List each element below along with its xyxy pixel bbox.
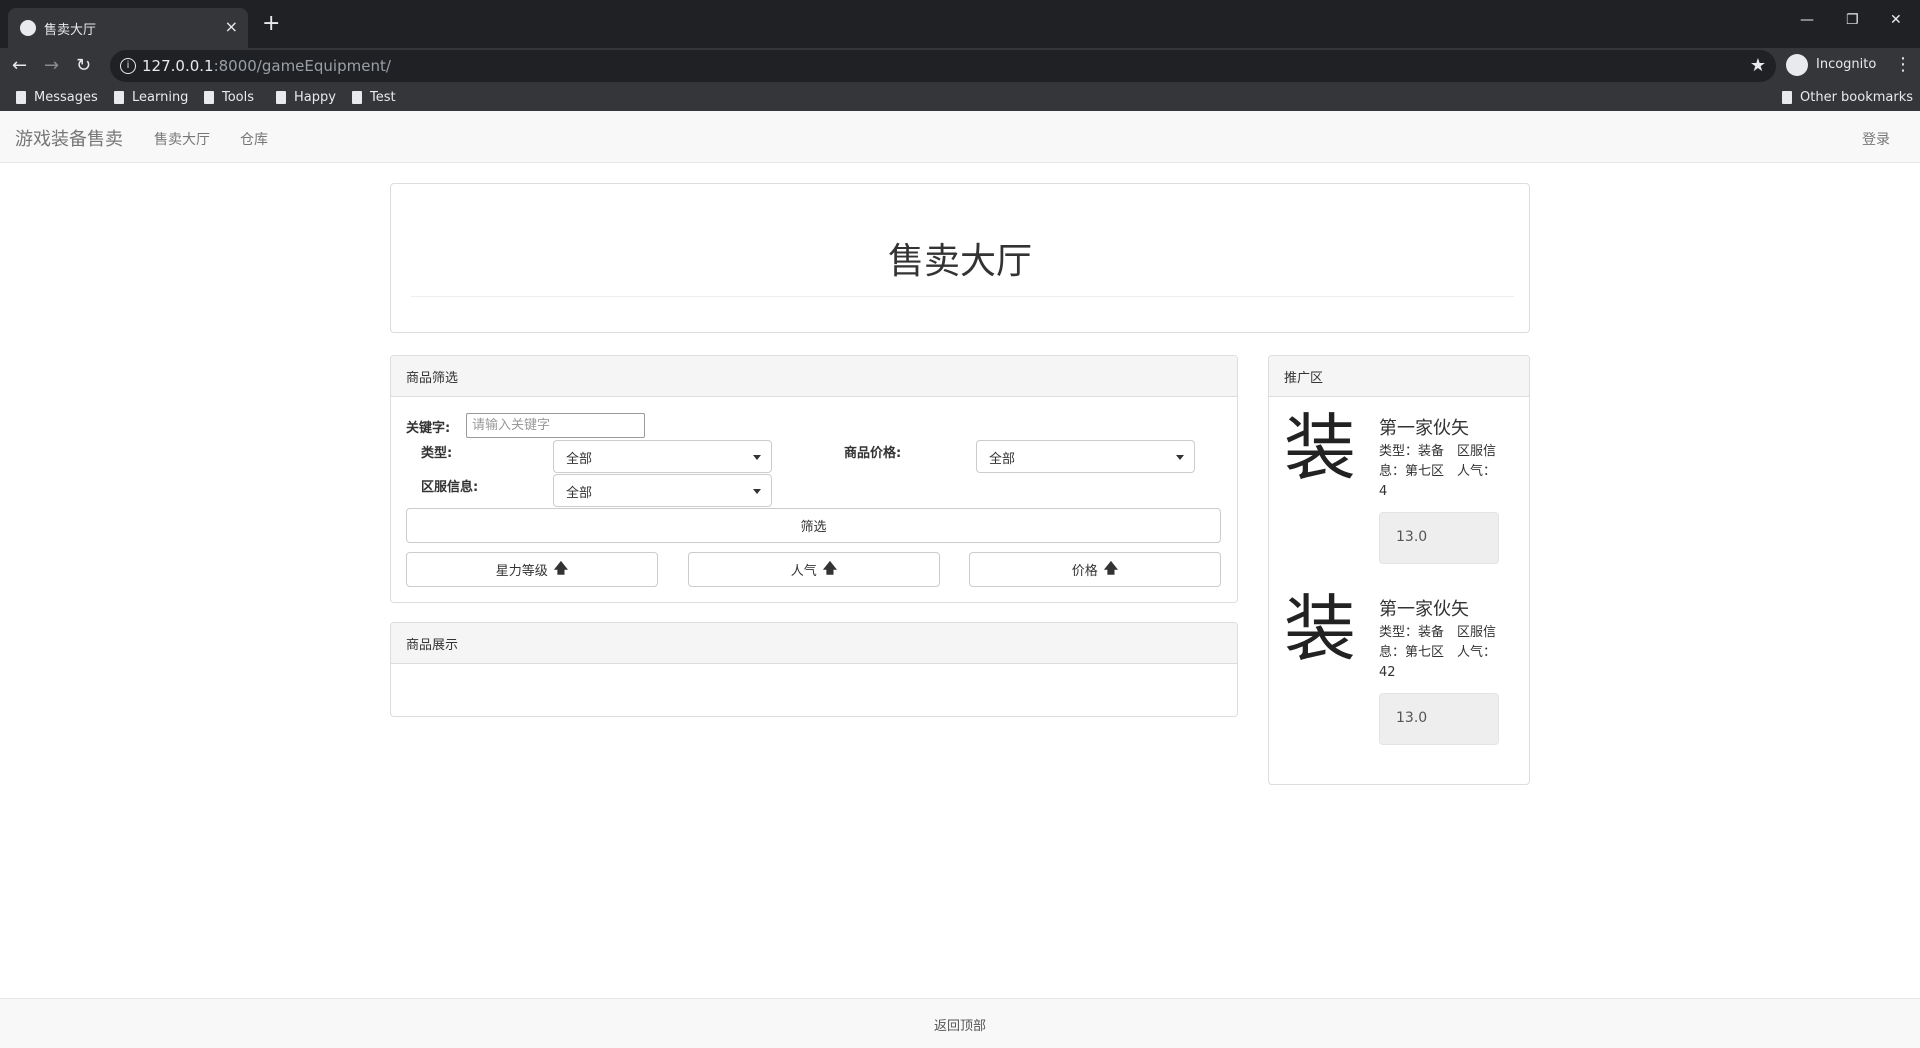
promo-item[interactable]: 装 第一家伙矢 类型：装备 区服信息：第七区 人气：4 13.0 <box>1269 402 1531 572</box>
incognito-icon <box>1786 54 1808 76</box>
caret-down-icon <box>1176 455 1184 460</box>
arrow-up-icon: 🡅 <box>553 560 569 577</box>
sort-star-level-button[interactable]: 星力等级 🡅 <box>406 552 658 587</box>
type-select[interactable]: 全部 <box>553 440 772 473</box>
server-select-value: 全部 <box>566 486 593 501</box>
incognito-label: Incognito <box>1816 57 1877 72</box>
nav-link-sales-hall[interactable]: 售卖大厅 <box>154 129 210 149</box>
promo-panel: 推广区 装 第一家伙矢 类型：装备 区服信息：第七区 人气：4 13.0 装 第… <box>1268 355 1530 785</box>
divider <box>411 296 1514 297</box>
sort-price-button[interactable]: 价格 🡅 <box>969 552 1221 587</box>
promo-item-desc: 类型：装备 区服信息：第七区 人气：4 <box>1379 444 1497 499</box>
bookmark-tools[interactable]: Tools <box>204 84 254 111</box>
kebab-menu-icon[interactable]: ⋮ <box>1894 54 1912 75</box>
sort-star-level-label: 星力等级 <box>495 564 548 579</box>
keyword-input[interactable] <box>466 413 645 438</box>
other-bookmarks[interactable]: Other bookmarks <box>1782 84 1913 111</box>
filter-button[interactable]: 筛选 <box>406 508 1221 543</box>
tab-strip: 售卖大厅 × + — ❐ ✕ <box>0 0 1920 48</box>
server-select[interactable]: 全部 <box>553 474 772 507</box>
price-select-value: 全部 <box>989 452 1016 467</box>
site-brand[interactable]: 游戏装备售卖 <box>15 125 123 151</box>
filter-heading: 商品筛选 <box>391 356 1237 397</box>
bookmark-folder-icon <box>352 91 362 104</box>
window-close-icon[interactable]: ✕ <box>1890 12 1902 28</box>
back-icon[interactable]: ← <box>12 56 27 76</box>
back-to-top-link[interactable]: 返回顶部 <box>0 1015 1920 1034</box>
item-thumbnail: 装 <box>1284 406 1357 490</box>
item-thumbnail: 装 <box>1284 587 1357 671</box>
promo-item-desc: 类型：装备 区服信息：第七区 人气：42 <box>1379 625 1497 680</box>
bookmark-test[interactable]: Test <box>352 84 396 111</box>
nav-link-warehouse[interactable]: 仓库 <box>240 129 268 149</box>
server-label: 区服信息: <box>421 480 479 495</box>
page-header-panel: 售卖大厅 <box>390 183 1530 333</box>
promo-item-name[interactable]: 第一家伙矢 <box>1379 414 1469 440</box>
promo-item-price: 13.0 <box>1379 693 1499 745</box>
promo-heading: 推广区 <box>1269 356 1529 397</box>
promo-item-price: 13.0 <box>1379 512 1499 564</box>
keyword-label: 关键字: <box>406 421 451 436</box>
browser-chrome: 售卖大厅 × + — ❐ ✕ ← → ↻ i 127.0.0.1:8000/ga… <box>0 0 1920 111</box>
info-icon[interactable]: i <box>120 58 136 74</box>
bookmark-messages[interactable]: Messages <box>16 84 98 111</box>
arrow-up-icon: 🡅 <box>822 560 838 577</box>
browser-tab[interactable]: 售卖大厅 × <box>8 8 248 48</box>
promo-item[interactable]: 装 第一家伙矢 类型：装备 区服信息：第七区 人气：42 13.0 <box>1269 583 1531 753</box>
sort-popularity-label: 人气 <box>790 564 817 579</box>
type-select-value: 全部 <box>566 452 593 467</box>
restore-icon[interactable]: ❐ <box>1846 12 1859 28</box>
bookmark-folder-icon <box>114 91 124 104</box>
minimize-icon[interactable]: — <box>1800 12 1814 28</box>
browser-toolbar: ← → ↻ i 127.0.0.1:8000/gameEquipment/ ★ … <box>0 48 1920 84</box>
filter-panel: 商品筛选 关键字: 类型: 全部 商品价格: 全部 区服信息: 全部 筛选 星力… <box>390 355 1238 603</box>
page-content: 游戏装备售卖 售卖大厅 仓库 登录 售卖大厅 商品筛选 关键字: 类型: 全部 … <box>0 111 1920 1048</box>
sort-popularity-button[interactable]: 人气 🡅 <box>688 552 940 587</box>
bookmark-folder-icon <box>1782 91 1792 104</box>
new-tab-button[interactable]: + <box>262 11 280 37</box>
promo-item-name[interactable]: 第一家伙矢 <box>1379 595 1469 621</box>
forward-icon[interactable]: → <box>44 56 59 76</box>
sort-price-label: 价格 <box>1071 564 1098 579</box>
caret-down-icon <box>753 455 761 460</box>
tab-title: 售卖大厅 <box>44 23 97 38</box>
reload-icon[interactable]: ↻ <box>76 56 91 76</box>
price-label: 商品价格: <box>844 446 902 461</box>
bookmark-folder-icon <box>204 91 214 104</box>
type-label: 类型: <box>421 446 453 461</box>
address-bar[interactable]: i 127.0.0.1:8000/gameEquipment/ ★ <box>110 50 1776 82</box>
price-select[interactable]: 全部 <box>976 440 1195 473</box>
page-title: 售卖大厅 <box>887 241 1032 282</box>
bookmark-folder-icon <box>276 91 286 104</box>
star-icon[interactable]: ★ <box>1750 55 1766 76</box>
caret-down-icon <box>753 489 761 494</box>
bookmark-happy[interactable]: Happy <box>276 84 336 111</box>
showcase-heading: 商品展示 <box>391 623 1237 664</box>
login-link[interactable]: 登录 <box>1862 129 1890 149</box>
close-icon[interactable]: × <box>225 17 238 37</box>
globe-icon <box>20 20 36 36</box>
page-footer: 返回顶部 <box>0 998 1920 1048</box>
bookmark-folder-icon <box>16 91 26 104</box>
arrow-up-icon: 🡅 <box>1103 560 1119 577</box>
site-navbar: 游戏装备售卖 售卖大厅 仓库 登录 <box>0 111 1920 163</box>
url-text[interactable]: 127.0.0.1:8000/gameEquipment/ <box>142 57 391 75</box>
bookmarks-bar: Messages Learning Tools Happy Test Other… <box>0 84 1920 111</box>
bookmark-learning[interactable]: Learning <box>114 84 188 111</box>
showcase-panel: 商品展示 <box>390 622 1238 717</box>
